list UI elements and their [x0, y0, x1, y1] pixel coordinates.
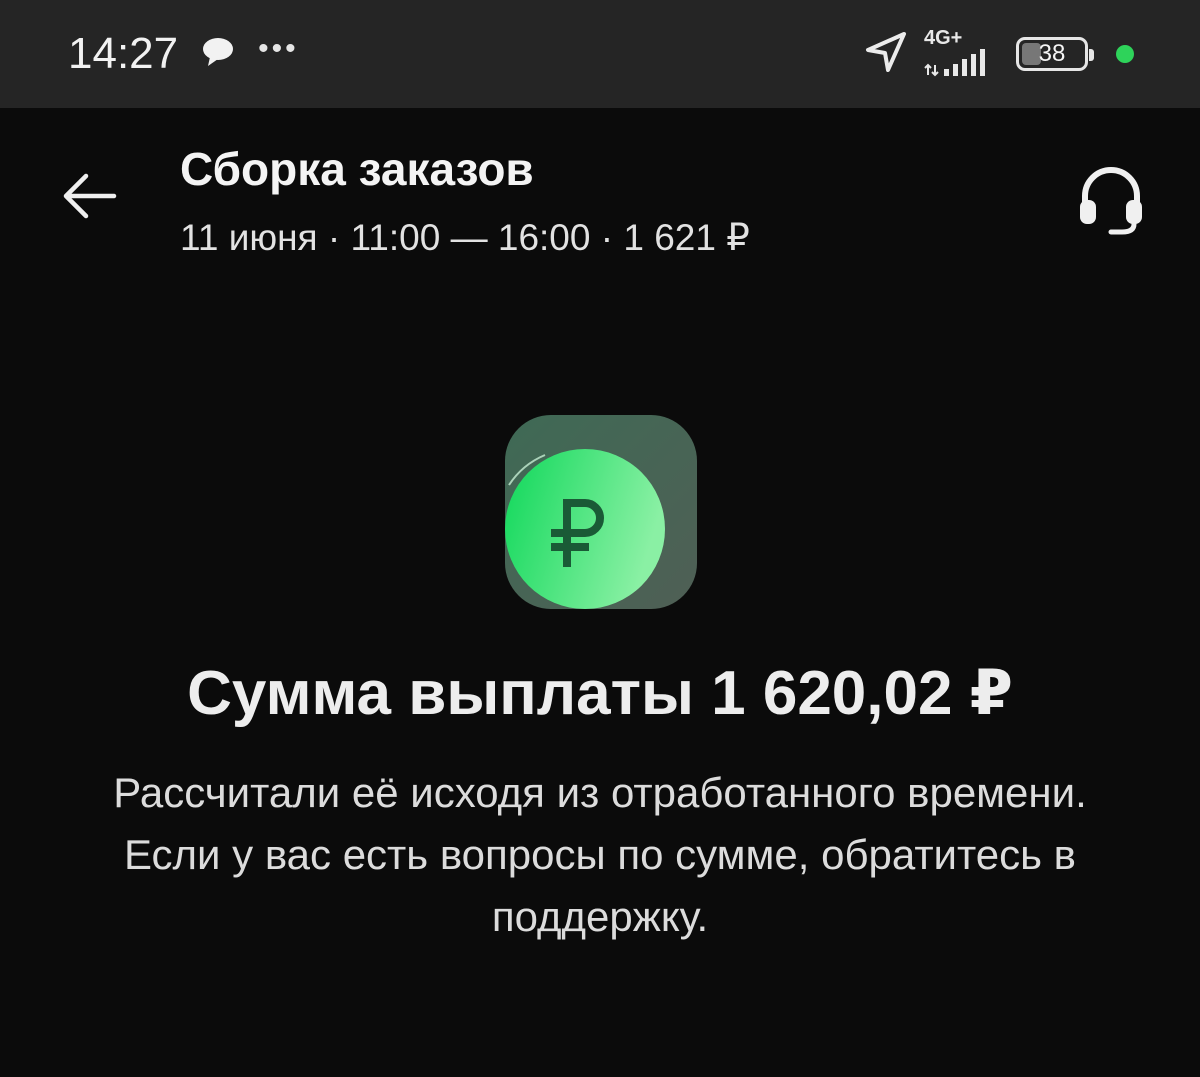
battery-indicator: 38 — [1016, 37, 1094, 71]
shift-details: 11 июня · 11:00 — 16:00 · 1 621 ₽ — [180, 217, 750, 258]
status-bar: 14:27 ••• 4G+ 38 — [0, 0, 1200, 108]
payout-amount-title: Сумма выплаты 1 620,02 ₽ — [187, 659, 1013, 728]
signal-bars-icon — [924, 49, 985, 77]
arrow-left-icon — [63, 173, 117, 219]
status-right: 4G+ 38 — [864, 27, 1134, 79]
support-button[interactable] — [1074, 162, 1148, 238]
battery-label: 38 — [1038, 40, 1066, 67]
network-indicator: 4G+ — [922, 27, 1002, 79]
location-arrow-icon — [864, 30, 908, 79]
page-header: Сборка заказов 11 июня · 11:00 — 16:00 ·… — [0, 108, 1200, 288]
headset-icon — [1080, 167, 1142, 235]
privacy-indicator-dot — [1116, 45, 1134, 63]
status-time: 14:27 — [68, 29, 179, 78]
status-left: 14:27 ••• — [68, 29, 299, 79]
payout-description: Рассчитали её исходя из отработанного вр… — [113, 769, 1087, 940]
chat-bubble-icon — [200, 35, 236, 74]
ruble-coin-icon — [505, 415, 697, 609]
page-title: Сборка заказов — [180, 143, 534, 195]
back-button[interactable] — [58, 168, 120, 224]
more-notifications-icon: ••• — [258, 32, 299, 65]
